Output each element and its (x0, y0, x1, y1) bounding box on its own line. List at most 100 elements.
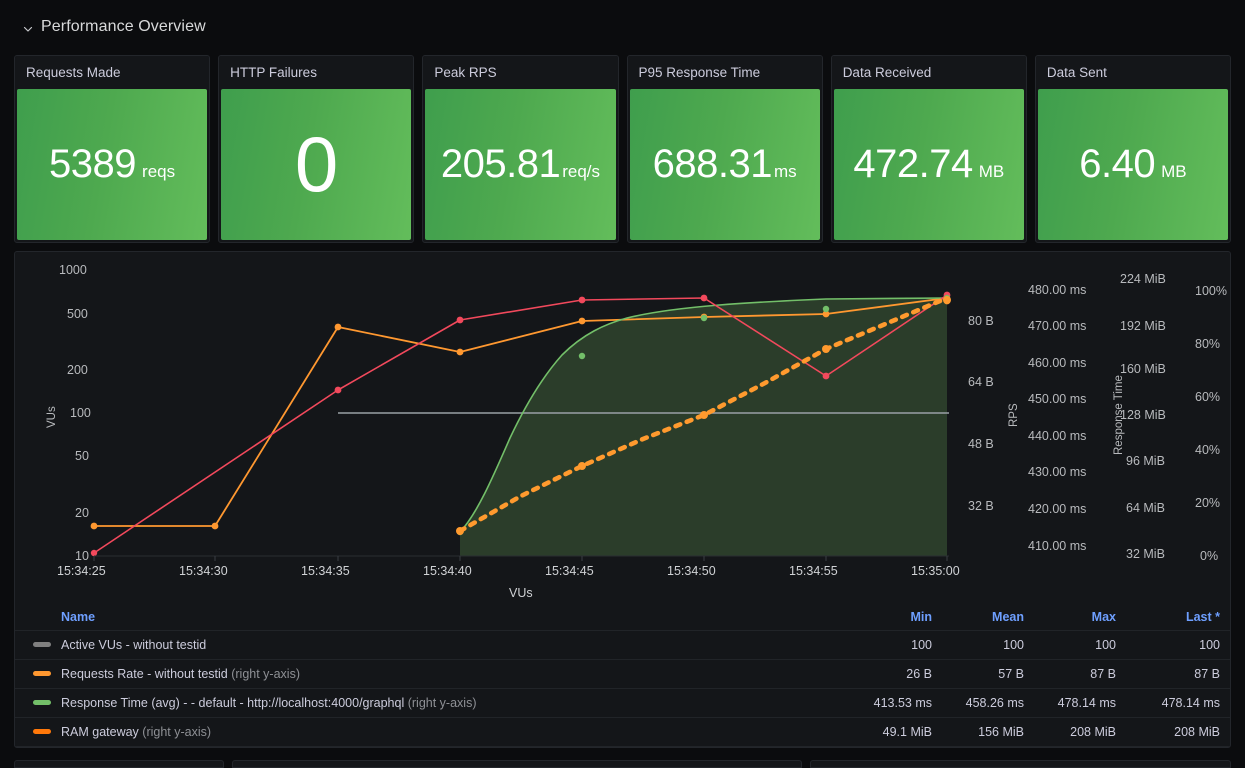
legend-series-label: Active VUs - without testid (61, 638, 207, 652)
right-axis2-tick: 430.00 ms (1028, 465, 1087, 479)
legend-series-label: RAM gateway (61, 725, 139, 739)
legend-series-name-cell[interactable]: Response Time (avg) - - default - http:/… (15, 688, 852, 718)
left-axis-label: VUs (46, 406, 58, 428)
legend-axis-hint: (right y-axis) (231, 667, 300, 681)
stat-number: 5389 (49, 142, 137, 186)
stat-panel-requests-made[interactable]: Requests Made 5389 reqs (14, 55, 211, 243)
right-axis3-tick: 160 MiB (1120, 362, 1166, 376)
legend-max-value: 478.14 ms (1036, 688, 1128, 718)
next-panel-1[interactable] (14, 760, 224, 768)
legend-mean-value: 100 (944, 630, 1036, 660)
legend-color-swatch[interactable] (33, 671, 51, 676)
stat-value-area: 688.31 ms (629, 89, 820, 240)
right-axis4-tick: 60% (1195, 390, 1221, 404)
legend-series-name-cell[interactable]: Active VUs - without testid (15, 630, 852, 660)
chevron-down-icon[interactable] (22, 23, 34, 35)
legend-max-value: 87 B (1036, 659, 1128, 689)
x-axis-tick: 15:34:40 (423, 564, 472, 578)
right-axis4-tick: 0% (1200, 549, 1219, 563)
legend-color-swatch[interactable] (33, 700, 51, 705)
stat-value-area: 6.40 MB (1037, 89, 1229, 240)
legend-mean-value: 57 B (944, 659, 1036, 689)
x-axis-baseline (93, 555, 949, 561)
panel-title: Data Sent (1035, 56, 1231, 89)
x-axis-tick: 15:34:25 (57, 564, 106, 578)
legend-color-swatch[interactable] (33, 729, 51, 734)
stat-unit: req/s (562, 162, 600, 181)
stat-number: 472.74 (853, 142, 973, 186)
stat-unit: ms (773, 162, 797, 181)
row-title: Performance Overview (41, 18, 206, 35)
legend-series-name-cell[interactable]: Requests Rate - without testid (right y-… (15, 659, 852, 689)
legend-row[interactable]: Active VUs - without testid 100 100 100 … (15, 630, 1230, 660)
legend-last-value: 208 MiB (1128, 717, 1230, 747)
stat-number: 688.31 (652, 142, 773, 186)
right-axis1-tick: 32 B (968, 499, 994, 513)
right-axis4-tick: 40% (1195, 443, 1221, 457)
stat-panel-data-received[interactable]: Data Received 472.74 MB (830, 55, 1027, 243)
legend-last-value: 100 (1128, 630, 1230, 660)
legend-axis-hint: (right y-axis) (142, 725, 212, 739)
right-axis2-tick: 460.00 ms (1028, 356, 1087, 370)
legend-min-value: 0.561% (852, 746, 944, 747)
legend-row[interactable]: RAM gateway (right y-axis) 49.1 MiB 156 … (15, 717, 1230, 747)
legend-col-min[interactable]: Min (852, 604, 944, 631)
stat-panel-peak-rps[interactable]: Peak RPS 205.81 req/s (422, 55, 619, 243)
legend-col-mean[interactable]: Mean (944, 604, 1036, 631)
next-row-panels (14, 760, 1231, 768)
right-axis2-tick: 420.00 ms (1028, 502, 1087, 516)
legend-row[interactable]: Response Time (avg) - - default - http:/… (15, 688, 1230, 718)
plot-area[interactable]: 1000 500 200 100 50 20 10 VUs 80 B 64 B … (15, 252, 1230, 600)
panel-title: Requests Made (15, 56, 210, 89)
response-time-area-fill (460, 298, 947, 556)
stat-value-area: 205.81 req/s (425, 89, 616, 240)
right-axis4-tick: 20% (1195, 496, 1221, 510)
right-axis3-tick: 64 MiB (1126, 501, 1165, 515)
legend-row[interactable]: Requests Rate - without testid (right y-… (15, 659, 1230, 689)
row-header-performance-overview[interactable]: Performance Overview (22, 18, 206, 36)
timeseries-graph-panel[interactable]: 1000 500 200 100 50 20 10 VUs 80 B 64 B … (14, 251, 1231, 748)
stat-panel-p95-response-time[interactable]: P95 Response Time 688.31 ms (626, 55, 823, 243)
legend-color-swatch[interactable] (33, 642, 51, 647)
x-axis-tick: 15:34:50 (667, 564, 716, 578)
right-axis4-tick: 80% (1195, 337, 1221, 351)
right-axis2-tick: 470.00 ms (1028, 319, 1087, 333)
legend-table[interactable]: Name Min Mean Max Last * Active VUs - wi… (15, 604, 1230, 747)
stat-number: 0 (294, 120, 338, 208)
legend-axis-hint: (right y-axis) (407, 696, 477, 710)
legend-col-max[interactable]: Max (1036, 604, 1128, 631)
right-axis1-tick: 64 B (968, 375, 994, 389)
stat-panel-http-failures[interactable]: HTTP Failures 0 (218, 55, 415, 243)
stat-unit: MB (978, 162, 1005, 181)
stat-panel-data-sent[interactable]: Data Sent 6.40 MB (1034, 55, 1232, 243)
left-axis-tick: 10 (75, 549, 89, 563)
stat-value-area: 472.74 MB (833, 89, 1024, 240)
legend-row[interactable]: CPU gateway (right y-axis) 0.561% 72.7% … (15, 746, 1230, 747)
x-axis-tick: 15:35:00 (911, 564, 960, 578)
left-axis-tick: 20 (75, 506, 89, 520)
legend-last-value: 87 B (1128, 659, 1230, 689)
next-panel-2[interactable] (232, 760, 802, 768)
legend-mean-value: 458.26 ms (944, 688, 1036, 718)
legend-col-name[interactable]: Name (15, 604, 852, 631)
x-axis-label: VUs (509, 586, 533, 600)
legend-col-last[interactable]: Last * (1128, 604, 1230, 631)
legend-series-name-cell[interactable]: CPU gateway (right y-axis) (15, 746, 852, 747)
right-axis2-tick: 450.00 ms (1028, 392, 1087, 406)
legend-max-value: 208 MiB (1036, 717, 1128, 747)
next-panel-3[interactable] (810, 760, 1231, 768)
legend-series-name-cell[interactable]: RAM gateway (right y-axis) (15, 717, 852, 747)
right-axis2-tick: 480.00 ms (1028, 283, 1087, 297)
right-axis4-tick: 100% (1195, 284, 1227, 298)
legend-header-row: Name Min Mean Max Last * (15, 604, 1230, 631)
right-axis2-tick: 410.00 ms (1028, 539, 1087, 553)
right-axis3-tick: 192 MiB (1120, 319, 1166, 333)
stat-value-area: 0 (221, 89, 412, 240)
x-axis-tick: 15:34:30 (179, 564, 228, 578)
panel-title: HTTP Failures (219, 56, 414, 89)
right-axis3-tick: 224 MiB (1120, 272, 1166, 286)
stat-number: 205.81 (440, 142, 561, 186)
dashboard-root: Performance Overview Requests Made 5389 … (0, 0, 1245, 768)
right-axis3-tick: 32 MiB (1126, 547, 1165, 561)
stat-value-area: 5389 reqs (17, 89, 208, 240)
